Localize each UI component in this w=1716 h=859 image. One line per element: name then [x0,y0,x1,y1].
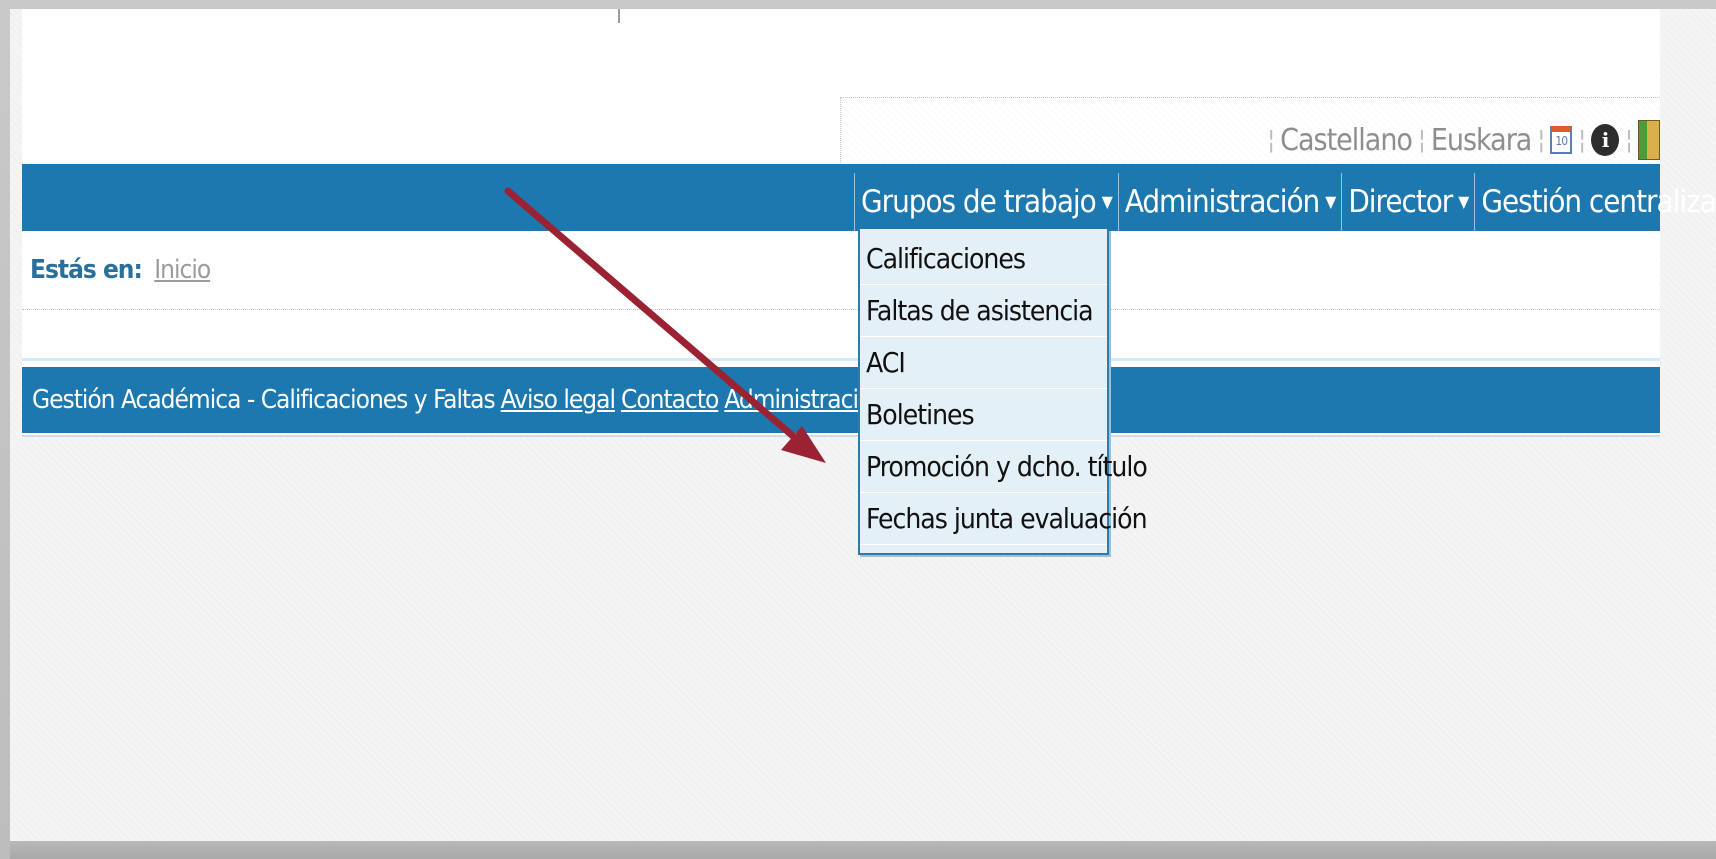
info-icon[interactable]: i [1591,124,1620,156]
main-nav-bar: Grupos de trabajo ▼ Administración ▼ Direc… [22,164,1716,231]
footer-link-contacto[interactable]: Contacto [621,385,719,415]
lang-castellano-link[interactable]: Castellano [1280,123,1413,158]
menu-item-faltas-de-asistencia[interactable]: Faltas de asistencia [860,285,1107,337]
menu-item-promocion[interactable]: Promoción y dcho. título [860,441,1148,493]
exit-icon[interactable] [1638,120,1660,160]
footer-text: Gestión Académica - Calificaciones y Fal… [32,385,496,415]
chevron-down-icon: ▼ [1101,192,1113,211]
chevron-down-icon: ▼ [1458,192,1469,211]
nav-director[interactable]: Director ▼ [1341,172,1474,231]
menu-item-aci[interactable]: ACI [860,337,1107,389]
menu-item-fechas-junta[interactable]: Fechas junta evaluación [860,493,1148,545]
breadcrumb-row: Estás en: Inicio [22,231,1660,310]
grupos-dropdown-menu: Calificaciones Faltas de asistencia ACI … [858,229,1148,555]
calendar-icon[interactable]: 10 [1550,126,1573,154]
slide-bottom-border [10,841,1716,859]
content-area [22,311,1660,361]
breadcrumb-label: Estás en: [30,255,143,285]
language-links: ¦ Castellano ¦ Euskara ¦ 10 ¦ i ¦ [1261,120,1660,160]
chevron-down-icon: ▼ [1325,192,1336,211]
footer-bar: Gestión Académica - Calificaciones y Fal… [22,367,1660,433]
footer-link-aviso-legal[interactable]: Aviso legal [501,385,616,415]
language-bar: ¦ Castellano ¦ Euskara ¦ 10 ¦ i ¦ [840,97,1660,169]
nav-gestion-centralizada[interactable]: Gestión centralizada▼ [1474,172,1716,231]
breadcrumb: Estás en: Inicio [30,255,211,285]
page-bottom-line [22,435,1660,437]
menu-item-calificaciones[interactable]: Calificaciones [860,233,1107,285]
breadcrumb-link-inicio[interactable]: Inicio [154,255,211,285]
nav-administracion[interactable]: Administración ▼ [1117,172,1342,231]
top-mark [618,9,620,23]
lang-euskara-link[interactable]: Euskara [1431,123,1532,158]
nav-grupos-de-trabajo[interactable]: Grupos de trabajo ▼ [854,172,1118,231]
web-page: ¦ Castellano ¦ Euskara ¦ 10 ¦ i ¦ Grupos… [22,9,1716,437]
menu-item-boletines[interactable]: Boletines [860,389,1107,441]
main-nav-items: Grupos de trabajo ▼ Administración ▼ Direc… [854,164,1716,231]
